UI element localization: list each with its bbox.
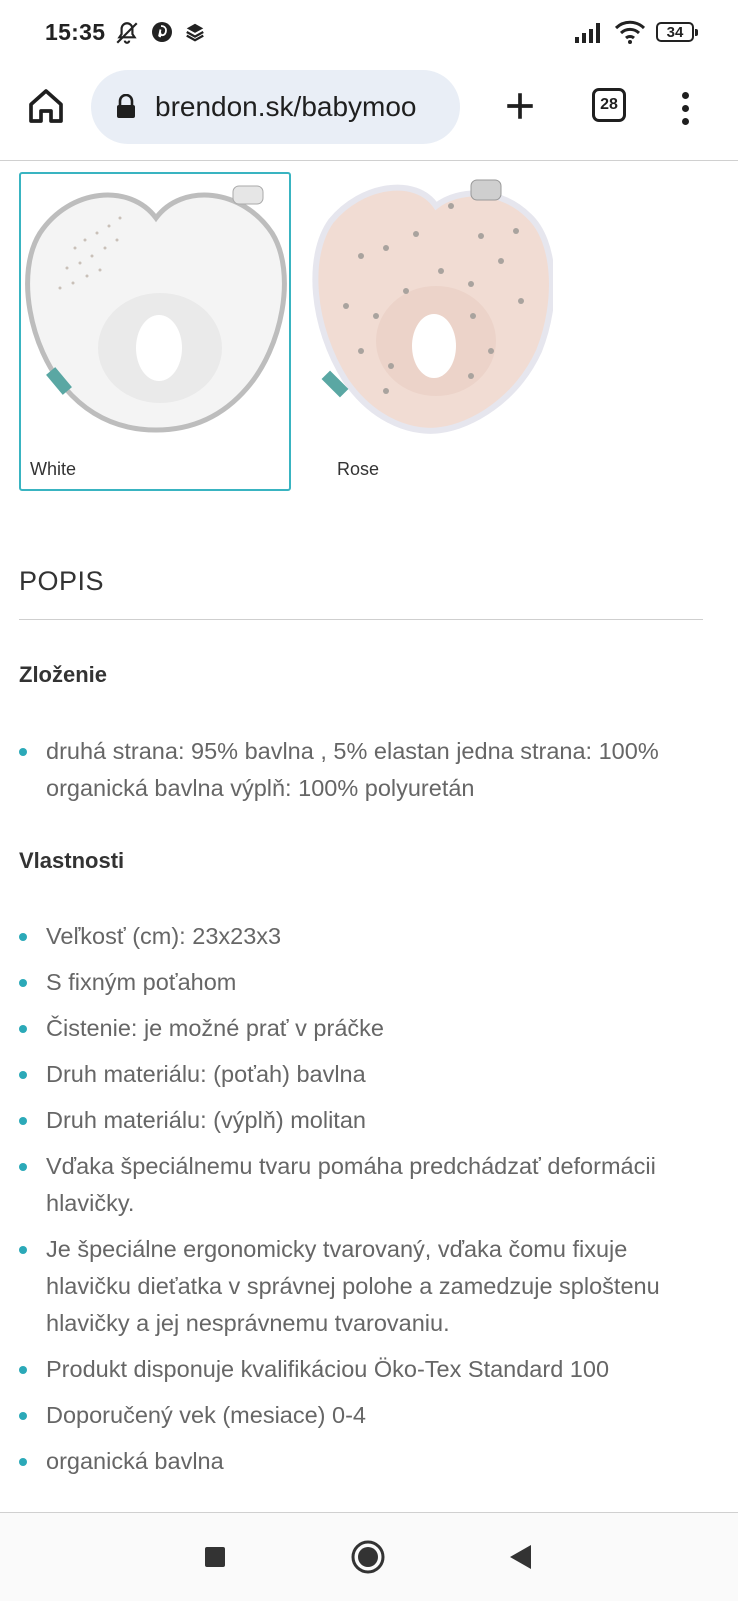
more-icon-dot — [681, 91, 689, 99]
stop-icon — [205, 1547, 225, 1567]
plus-icon — [507, 93, 533, 119]
variant-selector: White Rose — [19, 172, 619, 492]
layers-icon — [186, 23, 204, 42]
bullet-icon — [19, 1412, 27, 1420]
bullet-icon — [19, 933, 27, 941]
tabs-button[interactable]: 28 — [592, 88, 626, 122]
variant-rose[interactable]: Rose — [287, 172, 559, 491]
list-item: organická bavlna — [19, 1443, 709, 1480]
back-icon — [510, 1545, 531, 1569]
variant-label: Rose — [337, 459, 380, 479]
browser-toolbar: brendon.sk/babymoo 28 — [0, 66, 738, 161]
variant-white[interactable]: White — [19, 172, 291, 491]
home-nav-button[interactable] — [346, 1535, 390, 1579]
pinterest-icon — [152, 22, 172, 42]
list-item: Je špeciálne ergonomicky tvarovaný, vďak… — [19, 1231, 709, 1342]
system-nav-bar — [0, 1512, 738, 1601]
list-item-text: Je špeciálne ergonomicky tvarovaný, vďak… — [46, 1236, 660, 1336]
list-item-text: Veľkosť (cm): 23x23x3 — [46, 923, 282, 949]
list-item: Druh materiálu: (výplň) molitan — [19, 1102, 709, 1139]
bullet-icon — [19, 1458, 27, 1466]
list-item-text: Doporučený vek (mesiace) 0-4 — [46, 1402, 366, 1428]
status-bar: 15:35 34 — [0, 0, 738, 66]
bullet-icon — [19, 979, 27, 987]
composition-heading: Zloženie — [19, 662, 108, 687]
bullet-icon — [19, 1366, 27, 1374]
variant-label: White — [30, 459, 77, 479]
bullet-icon — [19, 1025, 27, 1033]
status-notification-icons — [114, 20, 206, 46]
composition-list: druhá strana: 95% bavlna , 5% elastan je… — [19, 733, 709, 816]
list-item: Produkt disponuje kvalifikáciou Öko-Tex … — [19, 1351, 709, 1388]
more-menu-button[interactable] — [670, 86, 700, 130]
silent-bell-icon — [116, 22, 138, 44]
list-item: Doporučený vek (mesiace) 0-4 — [19, 1397, 709, 1434]
more-icon-dot — [681, 117, 689, 125]
list-item-text: Druh materiálu: (výplň) molitan — [46, 1107, 366, 1133]
home-circle-icon — [351, 1540, 385, 1574]
address-bar[interactable]: brendon.sk/babymoo — [91, 70, 460, 144]
section-title: POPIS — [19, 566, 105, 596]
list-item: Vďaka špeciálnemu tvaru pomáha predchádz… — [19, 1148, 709, 1222]
pillow-rose-image — [312, 179, 553, 434]
list-item-text: Čistenie: je možné prať v práčke — [46, 1015, 384, 1041]
bullet-icon — [19, 748, 27, 756]
section-divider — [19, 619, 703, 620]
battery-icon: 34 — [656, 22, 698, 42]
list-item: S fixným poťahom — [19, 964, 709, 1001]
more-icon-dot — [681, 104, 689, 112]
properties-list: Veľkosť (cm): 23x23x3 S fixným poťahom Č… — [19, 918, 709, 1489]
back-button[interactable] — [498, 1535, 542, 1579]
list-item: Veľkosť (cm): 23x23x3 — [19, 918, 709, 955]
list-item-text: Druh materiálu: (poťah) bavlna — [46, 1061, 366, 1087]
list-item-text: druhá strana: 95% bavlna , 5% elastan je… — [46, 738, 659, 801]
status-time: 15:35 — [45, 19, 106, 45]
list-item-text: Vďaka špeciálnemu tvaru pomáha predchádz… — [46, 1153, 656, 1216]
bullet-icon — [19, 1071, 27, 1079]
list-item: Čistenie: je možné prať v práčke — [19, 1010, 709, 1047]
bullet-icon — [19, 1117, 27, 1125]
list-item-text: Produkt disponuje kvalifikáciou Öko-Tex … — [46, 1356, 610, 1382]
home-button[interactable] — [24, 84, 68, 128]
status-system-icons: 34 — [574, 20, 698, 44]
signal-icon — [575, 23, 600, 43]
bullet-icon — [19, 1246, 27, 1254]
lock-icon — [115, 94, 139, 120]
bullet-icon — [19, 1163, 27, 1171]
home-icon — [29, 89, 63, 123]
list-item-text: S fixným poťahom — [46, 969, 237, 995]
pillow-white-image — [25, 185, 287, 433]
list-item-text: organická bavlna — [46, 1448, 224, 1474]
url-text: brendon.sk/babymoo — [155, 91, 417, 122]
new-tab-button[interactable] — [500, 86, 540, 126]
properties-heading: Vlastnosti — [19, 848, 125, 873]
wifi-icon — [614, 20, 646, 44]
list-item: druhá strana: 95% bavlna , 5% elastan je… — [19, 733, 709, 807]
list-item: Druh materiálu: (poťah) bavlna — [19, 1056, 709, 1093]
recents-button[interactable] — [193, 1535, 237, 1579]
